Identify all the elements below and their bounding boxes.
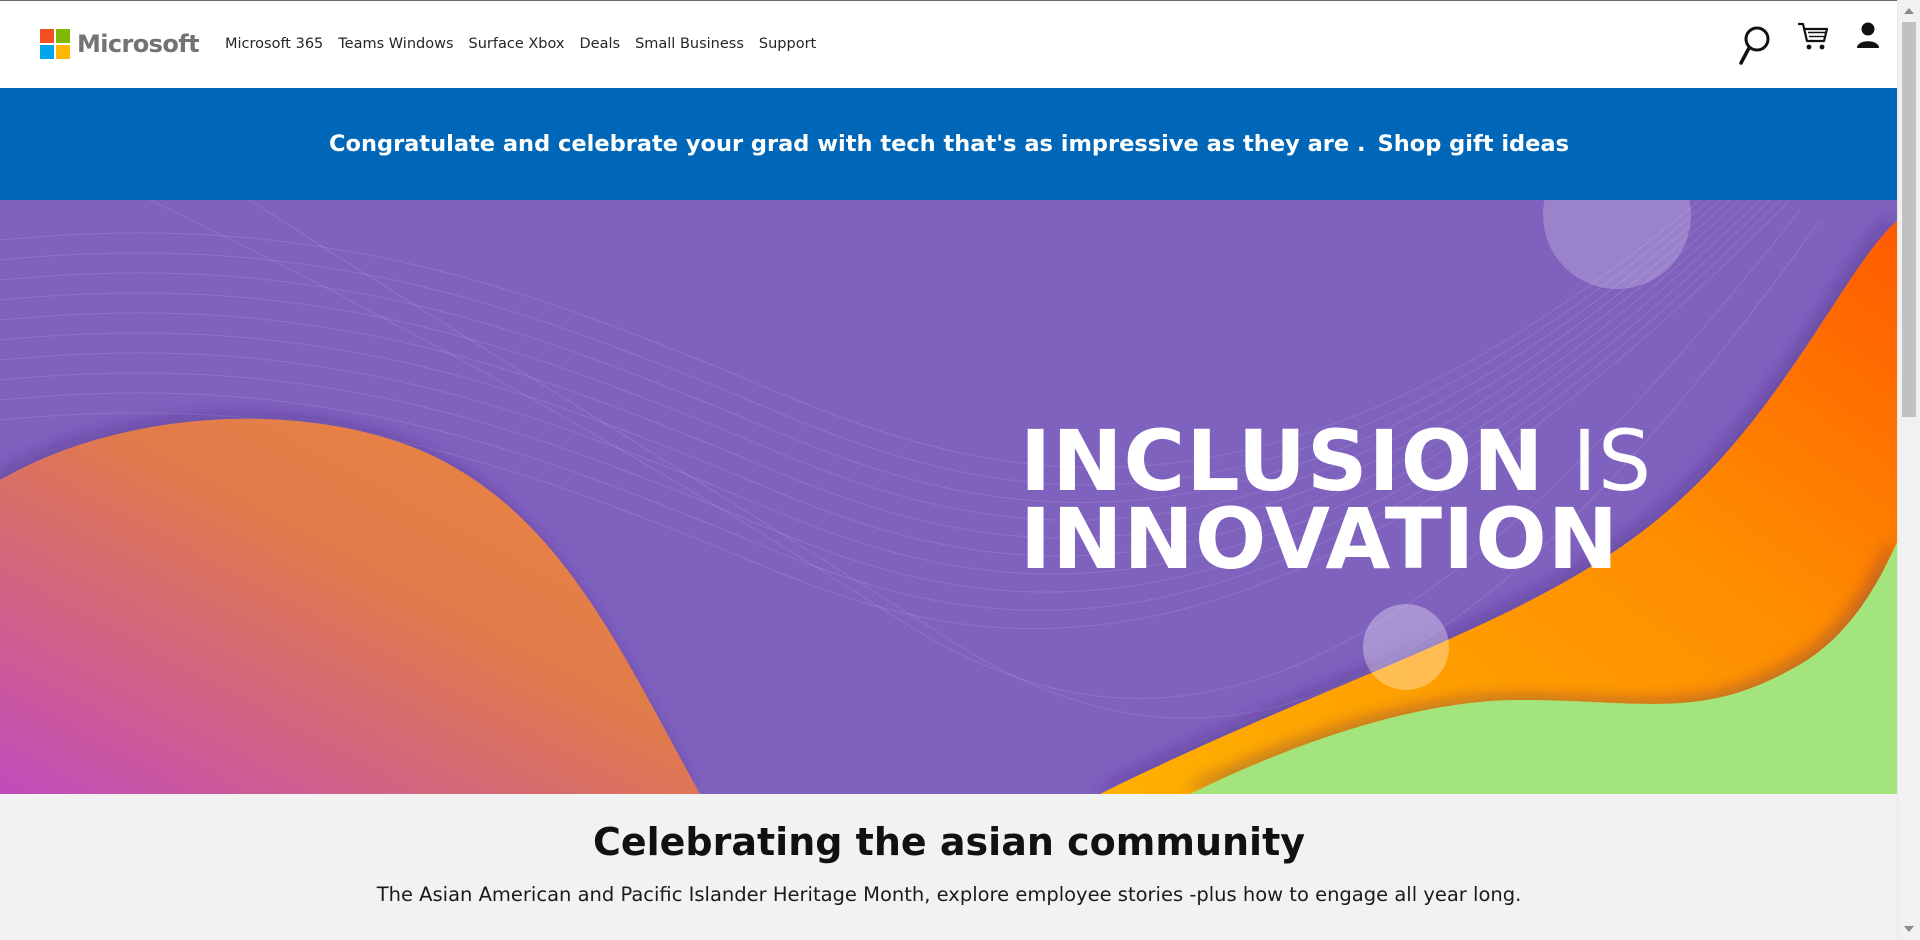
hero-banner[interactable]: INCLUSION IS INNOVATION: [0, 200, 1898, 794]
shop-gift-ideas-link[interactable]: Shop gift ideas: [1378, 131, 1569, 157]
promo-text: Congratulate and celebrate your grad wit…: [328, 131, 1366, 157]
nav-microsoft-365[interactable]: Microsoft 365: [225, 36, 323, 52]
microsoft-logo-icon: [40, 29, 70, 59]
nav-deals[interactable]: Deals: [580, 36, 621, 52]
hero-line2: INNOVATION: [1020, 490, 1620, 588]
section-title: Celebrating the asian community: [592, 820, 1306, 864]
microsoft-logo-link[interactable]: Microsoft: [40, 29, 200, 59]
section-description: The Asian American and Pacific Islander …: [376, 883, 1522, 906]
promo-banner: Congratulate and celebrate your grad wit…: [0, 88, 1898, 200]
main-nav: Microsoft 365 Teams Windows Surface Xbox…: [225, 36, 831, 52]
vertical-scrollbar[interactable]: [1897, 0, 1920, 940]
cart-icon[interactable]: [1796, 21, 1830, 53]
search-icon[interactable]: [1738, 25, 1770, 67]
nav-support[interactable]: Support: [759, 36, 816, 52]
page: Microsoft Microsoft 365 Teams Windows Su…: [0, 0, 1898, 940]
account-icon[interactable]: [1856, 21, 1880, 51]
site-header: Microsoft Microsoft 365 Teams Windows Su…: [0, 1, 1898, 88]
scroll-thumb[interactable]: [1902, 22, 1916, 417]
scroll-up-arrow-icon[interactable]: [1904, 8, 1914, 14]
brand-name: Microsoft: [77, 30, 200, 58]
hero-title: INCLUSION IS INNOVATION: [1020, 419, 1652, 588]
nav-small-business[interactable]: Small Business: [635, 36, 744, 52]
nav-teams-windows[interactable]: Teams Windows: [338, 36, 453, 52]
scroll-down-arrow-icon[interactable]: [1904, 926, 1914, 932]
nav-surface-xbox[interactable]: Surface Xbox: [469, 36, 565, 52]
